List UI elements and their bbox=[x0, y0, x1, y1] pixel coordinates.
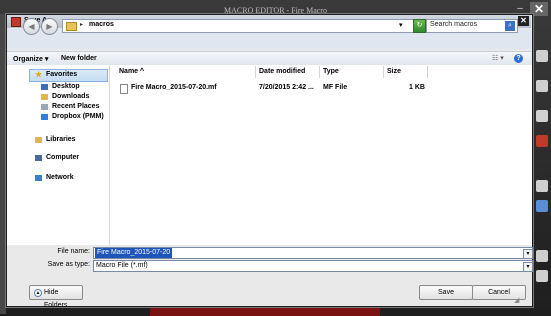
background-minimize-icon[interactable]: – bbox=[514, 4, 526, 14]
file-icon bbox=[120, 84, 128, 94]
record-icon[interactable] bbox=[536, 135, 548, 147]
organize-menu[interactable]: Organize ▾ bbox=[13, 55, 48, 63]
column-header-type[interactable]: Type bbox=[320, 66, 384, 78]
file-name-value[interactable]: Fire Macro_2015-07-20 bbox=[95, 248, 173, 258]
search-placeholder: Search macros bbox=[430, 21, 478, 28]
desktop-icon bbox=[41, 84, 48, 90]
column-header-date-modified[interactable]: Date modified bbox=[256, 66, 320, 78]
side-tool-icon[interactable] bbox=[536, 180, 548, 192]
computer-icon bbox=[35, 155, 42, 161]
save-button[interactable]: Save bbox=[419, 285, 473, 300]
recent-places-icon bbox=[41, 104, 48, 110]
forward-button[interactable]: ▶ bbox=[41, 18, 58, 35]
column-header-size[interactable]: Size bbox=[384, 66, 428, 78]
save-as-type-value: Macro File (*.mf) bbox=[96, 262, 148, 269]
file-date-cell: 7/20/2015 2:42 ... bbox=[259, 84, 314, 91]
address-path[interactable]: macros bbox=[89, 21, 114, 28]
side-tool-icon[interactable] bbox=[536, 50, 548, 62]
side-tool-icon[interactable] bbox=[536, 80, 548, 92]
side-tool-icon[interactable] bbox=[536, 250, 548, 262]
file-name-field[interactable]: Fire Macro_2015-07-20 ▾ bbox=[93, 247, 533, 259]
libraries-icon bbox=[35, 137, 42, 143]
hide-folders-button[interactable]: ▲ Hide Folders bbox=[29, 285, 83, 309]
file-size-cell: 1 KB bbox=[409, 84, 425, 91]
background-bottom-bar bbox=[150, 306, 380, 316]
search-icon[interactable]: ⌕ bbox=[505, 21, 515, 31]
star-icon: ★ bbox=[35, 70, 43, 79]
search-input[interactable]: Search macros ⌕ bbox=[426, 19, 518, 33]
save-as-type-select[interactable]: Macro File (*.mf) ▾ bbox=[93, 260, 533, 272]
help-icon[interactable]: ? bbox=[514, 54, 523, 63]
chevron-down-icon[interactable]: ▾ bbox=[399, 21, 403, 29]
chevron-up-icon: ▲ bbox=[34, 289, 42, 297]
resize-grip-icon[interactable]: ◢ bbox=[514, 296, 522, 304]
chevron-down-icon[interactable]: ▾ bbox=[523, 249, 533, 259]
folder-icon bbox=[66, 22, 77, 31]
back-button[interactable]: ◀ bbox=[23, 18, 40, 35]
downloads-icon bbox=[41, 94, 48, 100]
dropbox-icon bbox=[41, 114, 48, 120]
address-bar[interactable]: ▸ macros ▾ bbox=[62, 19, 414, 33]
side-tool-icon[interactable] bbox=[536, 110, 548, 122]
column-header-name[interactable]: Name ^ bbox=[116, 66, 256, 78]
file-name-cell[interactable]: Fire Macro_2015-07-20.mf bbox=[131, 84, 217, 91]
new-folder-button[interactable]: New folder bbox=[61, 55, 97, 62]
background-side-toolbar bbox=[533, 40, 551, 300]
file-name-label: File name: bbox=[57, 248, 90, 255]
view-options-icon[interactable]: ☷ ▾ bbox=[492, 54, 504, 62]
trash-icon[interactable] bbox=[536, 270, 548, 282]
dialog-close-icon[interactable]: ✕ bbox=[518, 16, 529, 26]
app-icon bbox=[11, 17, 21, 27]
network-icon bbox=[35, 175, 42, 181]
chevron-down-icon[interactable]: ▾ bbox=[523, 262, 533, 272]
file-type-cell: MF File bbox=[323, 84, 348, 91]
side-tool-icon[interactable] bbox=[536, 200, 548, 212]
refresh-button[interactable]: ↻ bbox=[413, 19, 426, 33]
save-as-type-label: Save as type: bbox=[47, 261, 90, 268]
chevron-right-icon[interactable]: ▸ bbox=[80, 21, 83, 28]
